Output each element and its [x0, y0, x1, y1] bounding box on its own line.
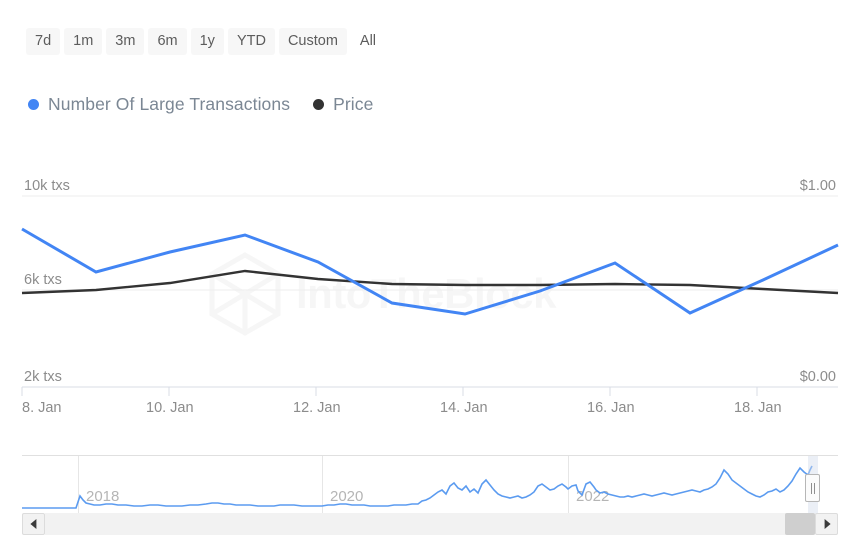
navigator-handle-right[interactable]: [805, 474, 820, 502]
range-button-1y[interactable]: 1y: [191, 28, 224, 55]
scroll-right-arrow-icon: [824, 519, 830, 529]
range-button-7d[interactable]: 7d: [26, 28, 60, 55]
chart-canvas: [0, 160, 860, 400]
navigator-grip-line: [811, 483, 812, 494]
x-tick-label-8jan: 8. Jan: [22, 400, 62, 416]
series-line-large-transactions: [22, 229, 838, 314]
range-button-6m[interactable]: 6m: [148, 28, 186, 55]
range-button-ytd[interactable]: YTD: [228, 28, 275, 55]
legend-label-price: Price: [333, 94, 373, 115]
scroll-left-arrow-icon: [30, 519, 36, 529]
range-button-1m[interactable]: 1m: [64, 28, 102, 55]
range-button-all[interactable]: All: [351, 28, 385, 55]
navigator-series-line: [22, 466, 812, 508]
legend-label-large-transactions: Number Of Large Transactions: [48, 94, 290, 115]
scroll-left-button[interactable]: [22, 513, 45, 535]
x-tick-label-10jan: 10. Jan: [146, 400, 194, 416]
legend-item-price[interactable]: Price: [313, 94, 373, 115]
range-button-custom[interactable]: Custom: [279, 28, 347, 55]
x-tick-label-18jan: 18. Jan: [734, 400, 782, 416]
main-chart-plot[interactable]: 10k txs $1.00 6k txs 2k txs $0.00: [0, 160, 860, 400]
scroll-right-button[interactable]: [815, 513, 838, 535]
legend-dot-icon: [313, 99, 324, 110]
scrollbar-track[interactable]: [45, 513, 815, 535]
x-tick-label-14jan: 14. Jan: [440, 400, 488, 416]
navigator-series-canvas: [22, 456, 838, 514]
navigator-grip-line: [814, 483, 815, 494]
x-tick-label-16jan: 16. Jan: [587, 400, 635, 416]
chart-navigator[interactable]: 2018 2020 2022: [22, 455, 838, 514]
legend-item-large-transactions[interactable]: Number Of Large Transactions: [28, 94, 290, 115]
range-selector: 7d 1m 3m 6m 1y YTD Custom All: [26, 28, 385, 55]
legend-dot-icon: [28, 99, 39, 110]
chart-legend: Number Of Large Transactions Price: [28, 94, 373, 115]
scrollbar-thumb[interactable]: [785, 513, 815, 535]
x-tick-label-12jan: 12. Jan: [293, 400, 341, 416]
chart-scrollbar[interactable]: [22, 513, 838, 535]
range-button-3m[interactable]: 3m: [106, 28, 144, 55]
